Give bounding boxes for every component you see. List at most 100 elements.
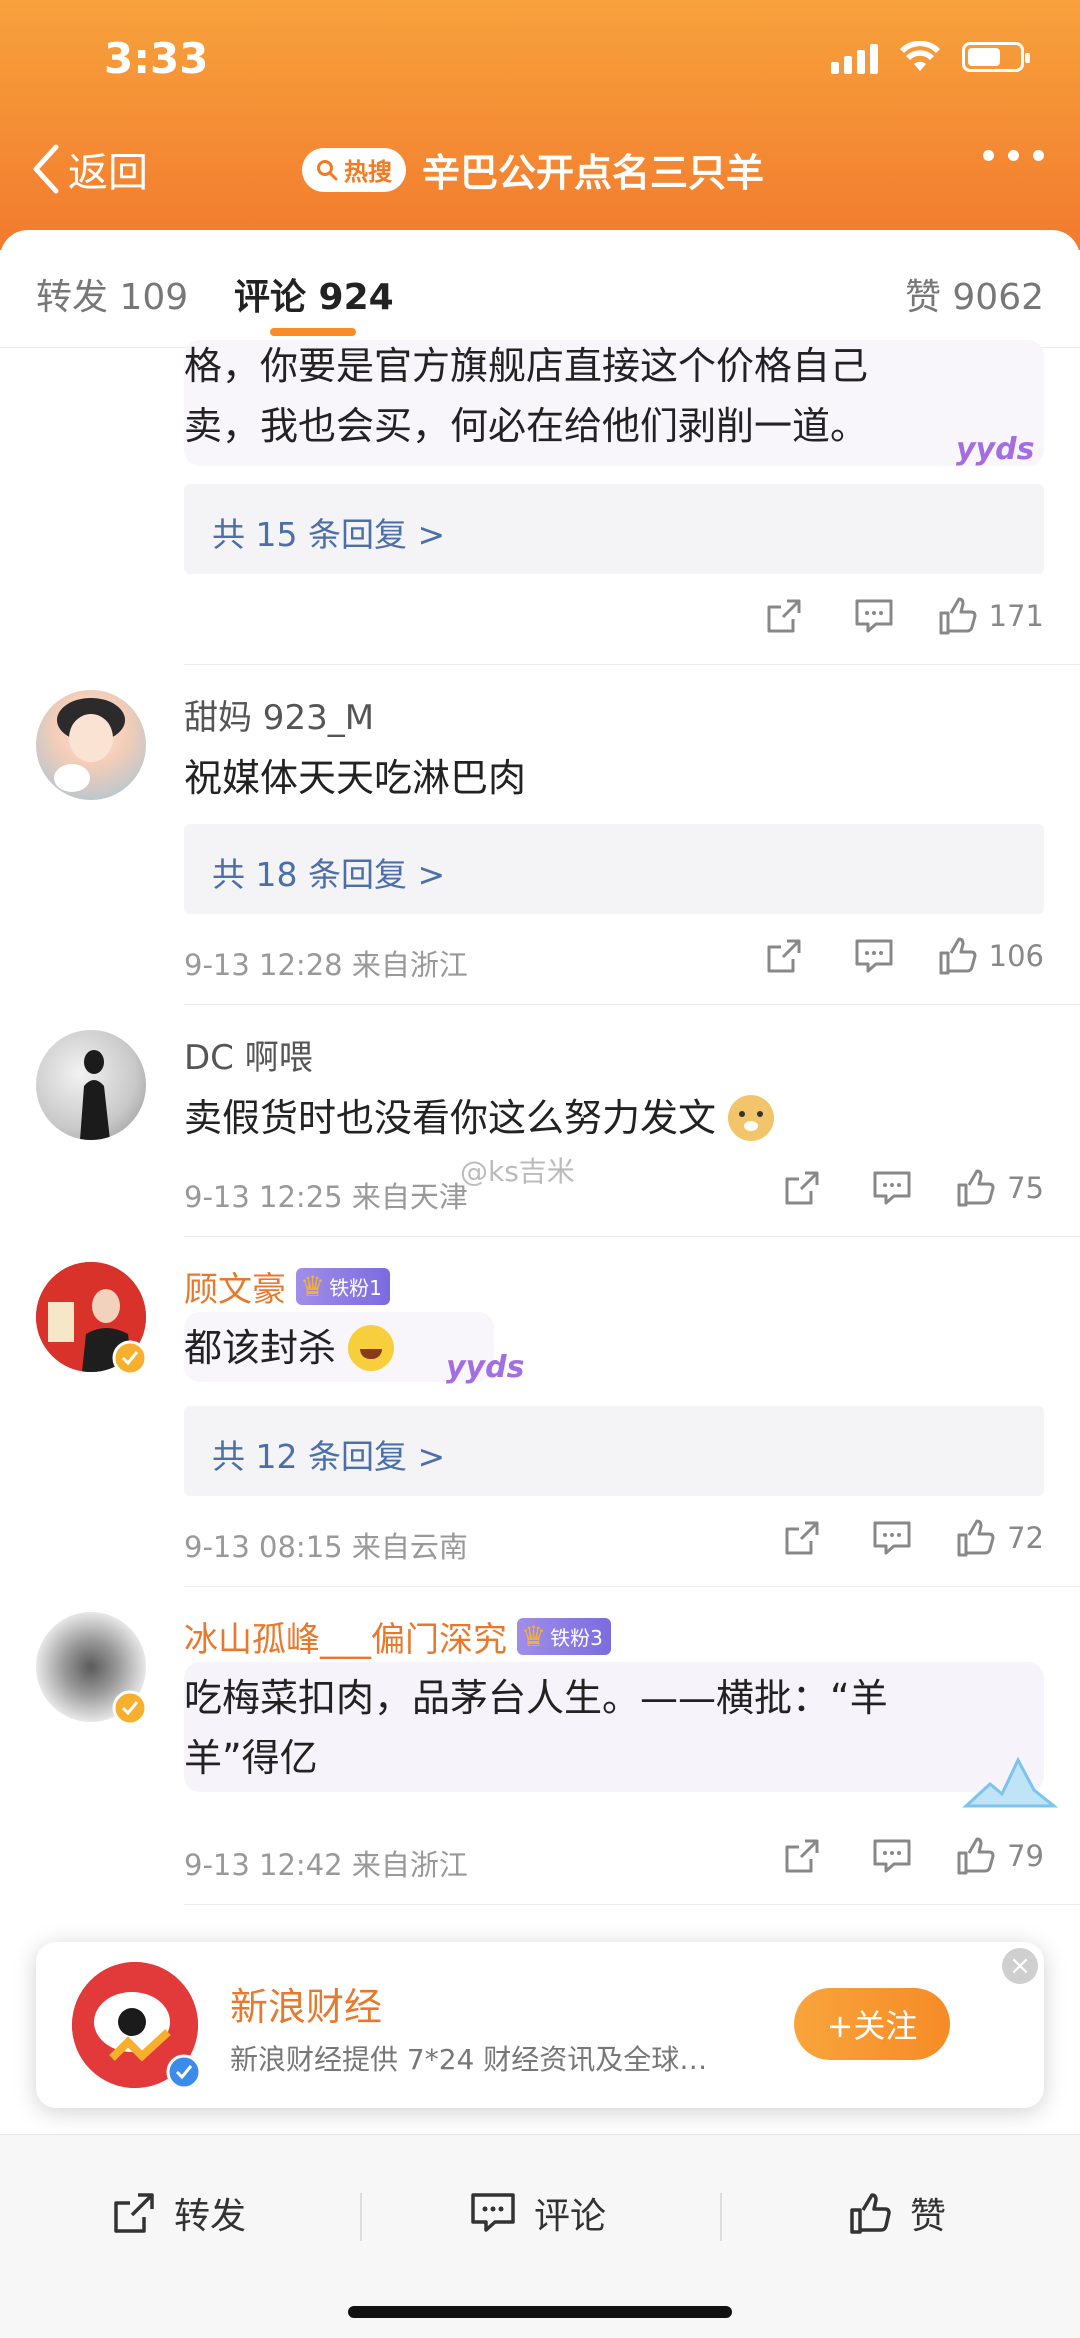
comment-actions: 106 — [739, 936, 1044, 976]
tab-comment[interactable]: 评论 924 — [234, 268, 394, 320]
thumbs-up-icon — [850, 2193, 891, 2234]
promo-account-name[interactable]: 新浪财经 — [230, 1976, 382, 2031]
divider — [184, 1236, 1080, 1237]
comment-text: 吃梅菜扣肉，品茅台人生。——横批：“羊 羊”得亿 — [184, 1668, 888, 1788]
divider — [184, 664, 1080, 665]
like-button[interactable]: 79 — [955, 1836, 1044, 1876]
comment-text: 都该封杀 — [184, 1326, 337, 1370]
like-count: 72 — [1007, 1521, 1044, 1555]
page-title: 辛巴公开点名三只羊 — [422, 151, 765, 195]
replies-label: 共 15 条回复 > — [212, 515, 446, 554]
comment-icon[interactable] — [829, 598, 919, 634]
tab-bar: 转发 109 评论 924 赞 9062 — [0, 230, 1080, 348]
like-button[interactable]: 171 — [937, 596, 1044, 636]
like-count: 79 — [1007, 1839, 1044, 1873]
home-indicator — [348, 2306, 732, 2318]
watermark: @ks吉米 — [460, 1155, 575, 1188]
comment-icon[interactable] — [847, 1520, 937, 1556]
follow-promo-card: 新浪财经 新浪财经提供 7*24 财经资讯及全球… +关注 × — [36, 1942, 1044, 2108]
comment-text: 祝媒体天天吃淋巴肉 — [184, 756, 527, 800]
replies-link[interactable]: 共 12 条回复 > — [184, 1406, 1044, 1496]
bottom-comment-label: 评论 — [534, 2196, 607, 2237]
bottom-like-label: 赞 — [910, 2196, 947, 2237]
comment-actions: 72 — [757, 1518, 1044, 1558]
back-label: 返回 — [68, 150, 148, 196]
divider — [720, 2193, 722, 2241]
comment-text: 卖假货时也没看你这么努力发文 — [184, 1096, 717, 1140]
verified-icon — [112, 1690, 148, 1726]
bottom-action-bar: 转发 评论 赞 — [0, 2134, 1080, 2338]
comment-text-line: 吃梅菜扣肉，品茅台人生。——横批：“羊 — [184, 1676, 888, 1720]
comment-actions: 79 — [757, 1836, 1044, 1876]
thumbs-up-icon — [957, 1519, 995, 1557]
comment-actions: 75 — [757, 1168, 1044, 1208]
comment-icon[interactable] — [829, 938, 919, 974]
username-row: 顾文豪 ♛ 铁粉1 — [184, 1262, 390, 1311]
fan-badge-label: 铁粉1 — [329, 1276, 382, 1300]
username[interactable]: DC 啊喂 — [184, 1030, 313, 1079]
divider — [184, 1004, 1080, 1005]
comment-text-line: 格，你要是官方旗舰店直接这个价格自己 — [184, 344, 869, 388]
hot-badge-label: 热搜 — [344, 158, 392, 186]
like-button[interactable]: 72 — [955, 1518, 1044, 1558]
repost-icon[interactable] — [739, 597, 829, 635]
username[interactable]: 冰山孤峰___偏门深究 — [184, 1612, 507, 1661]
repost-icon[interactable] — [757, 1519, 847, 1557]
verified-icon — [112, 1340, 148, 1376]
bottom-like-button[interactable]: 赞 — [848, 2187, 946, 2239]
avatar[interactable] — [36, 1030, 146, 1140]
comment-icon[interactable] — [847, 1170, 937, 1206]
comment-text-line: 羊”得亿 — [184, 1736, 318, 1780]
verified-icon — [166, 2054, 202, 2090]
thumbs-up-icon — [939, 937, 977, 975]
bottom-repost-label: 转发 — [174, 2196, 247, 2237]
replies-link[interactable]: 共 18 条回复 > — [184, 824, 1044, 914]
repost-icon[interactable] — [757, 1837, 847, 1875]
like-button[interactable]: 75 — [955, 1168, 1044, 1208]
comment-text-line: 卖，我也会买，何必在给他们剥削一道。 — [184, 404, 869, 448]
comment-meta: 9-13 12:25 来自天津 — [184, 1180, 468, 1214]
more-button[interactable] — [983, 150, 1044, 161]
divider — [184, 1586, 1080, 1587]
replies-label: 共 12 条回复 > — [212, 1437, 446, 1476]
comment-icon[interactable] — [847, 1838, 937, 1874]
back-button[interactable]: 返回 — [30, 140, 148, 198]
repost-icon — [114, 2193, 154, 2233]
chevron-left-icon — [33, 144, 59, 194]
search-icon — [317, 159, 338, 180]
close-icon[interactable]: × — [1002, 1948, 1038, 1984]
crown-icon: ♛ — [521, 1620, 547, 1653]
like-button[interactable]: 106 — [937, 936, 1044, 976]
fan-badge: ♛ 铁粉1 — [296, 1268, 390, 1305]
bottom-comment-button[interactable]: 评论 — [470, 2187, 606, 2239]
like-count: 106 — [988, 939, 1044, 973]
avatar[interactable] — [36, 690, 146, 800]
thumbs-up-icon — [957, 1169, 995, 1207]
repost-icon[interactable] — [739, 937, 829, 975]
status-time: 3:33 — [104, 34, 209, 83]
replies-link[interactable]: 共 15 条回复 > — [184, 484, 1044, 574]
hot-search-title[interactable]: 热搜 辛巴公开点名三只羊 — [302, 142, 764, 197]
hot-search-badge: 热搜 — [302, 147, 406, 192]
laughing-emoji-icon — [348, 1325, 395, 1371]
tab-repost[interactable]: 转发 109 — [36, 268, 188, 320]
promo-description: 新浪财经提供 7*24 财经资讯及全球… — [230, 2043, 708, 2076]
like-count: 75 — [1007, 1171, 1044, 1205]
yyds-sticker-icon: yyds — [446, 1350, 525, 1385]
username[interactable]: 甜妈 923_M — [184, 690, 374, 739]
wifi-icon — [900, 41, 940, 71]
repost-icon[interactable] — [757, 1169, 847, 1207]
thumbs-up-icon — [957, 1837, 995, 1875]
follow-button[interactable]: +关注 — [794, 1988, 950, 2060]
more-dot-icon — [1008, 150, 1019, 161]
divider — [184, 1904, 1080, 1905]
replies-label: 共 18 条回复 > — [212, 855, 446, 894]
comment-meta: 9-13 12:42 来自浙江 — [184, 1848, 468, 1882]
doge-emoji-icon — [728, 1095, 775, 1141]
username[interactable]: 顾文豪 — [184, 1262, 286, 1311]
bottom-repost-button[interactable]: 转发 — [112, 2187, 246, 2239]
divider — [360, 2193, 362, 2241]
yyds-sticker-icon: yyds — [956, 432, 1035, 467]
tab-like[interactable]: 赞 9062 — [905, 268, 1044, 320]
comment-icon — [471, 2193, 515, 2232]
